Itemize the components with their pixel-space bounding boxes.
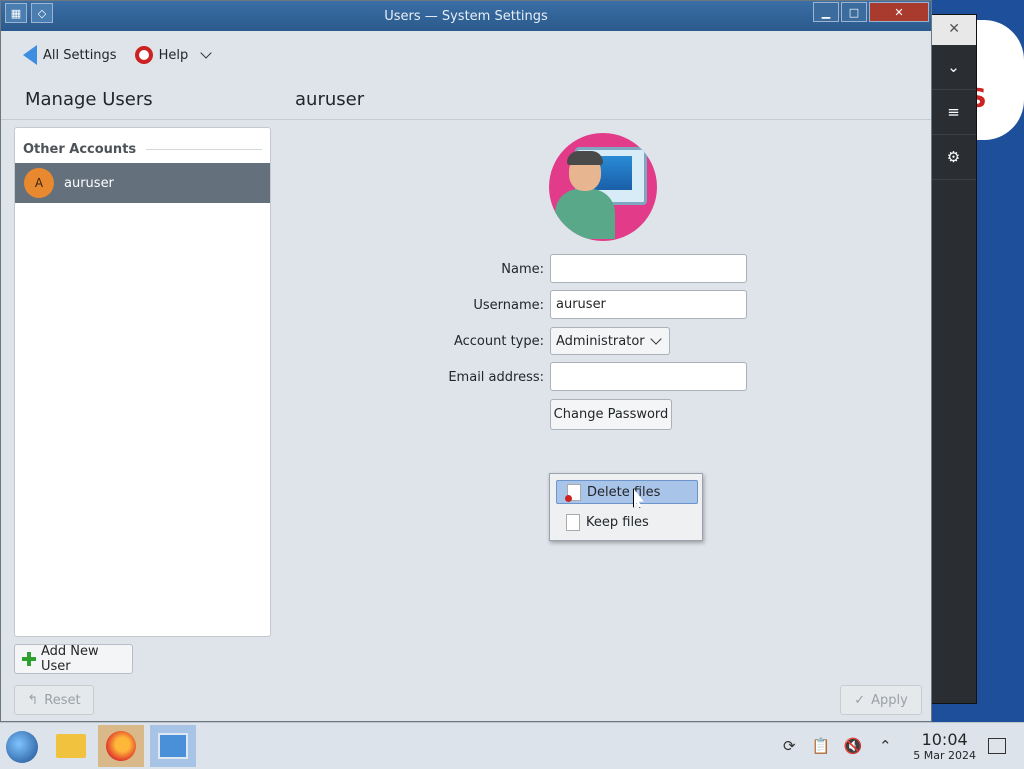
all-settings-label: All Settings: [43, 47, 117, 63]
background-window: ✕ ⌄ ≡ ⚙: [930, 14, 977, 704]
close-icon[interactable]: ✕: [948, 21, 960, 37]
file-icon: [566, 513, 580, 531]
selected-user-title: auruser: [295, 89, 365, 110]
chevron-up-icon[interactable]: ⌃: [874, 735, 896, 757]
taskbar: ⟳ 📋 🔇 ⌃ 10:04 5 Mar 2024: [0, 722, 1024, 769]
account-type-label: Account type:: [453, 334, 544, 349]
clock[interactable]: 10:04 5 Mar 2024: [913, 730, 976, 762]
user-avatar-image[interactable]: [549, 133, 657, 241]
gear-icon[interactable]: ⚙: [931, 135, 976, 180]
titlebar[interactable]: ▦ ◇ Users — System Settings ▁ □ ✕: [1, 1, 931, 31]
firefox-icon: [106, 731, 136, 761]
help-button[interactable]: Help: [134, 46, 215, 64]
help-icon: [134, 46, 153, 64]
username-field[interactable]: auruser: [550, 290, 747, 319]
name-label: Name:: [501, 262, 544, 277]
reset-button[interactable]: ↰ Reset: [14, 685, 94, 715]
folder-icon: [56, 734, 86, 758]
page-header: Manage Users auruser: [1, 81, 931, 120]
change-password-button[interactable]: Change Password: [550, 399, 672, 430]
file-manager-task[interactable]: [48, 725, 94, 767]
show-desktop-icon[interactable]: [988, 738, 1006, 754]
system-settings-window: ▦ ◇ Users — System Settings ▁ □ ✕ All Se…: [0, 0, 932, 722]
checkmark-icon: ✓: [854, 692, 866, 708]
app-menu-icon[interactable]: ▦: [5, 3, 27, 23]
menu-icon[interactable]: ≡: [931, 90, 976, 135]
email-label: Email address:: [448, 370, 544, 385]
menu-item-delete-files[interactable]: Delete files: [556, 480, 698, 504]
username-label: Username:: [473, 298, 544, 313]
account-type-select[interactable]: Administrator: [550, 327, 670, 355]
help-label: Help: [158, 47, 189, 63]
maximize-button[interactable]: □: [841, 2, 867, 22]
apply-button[interactable]: ✓ Apply: [840, 685, 922, 715]
add-user-button[interactable]: Add New User: [14, 644, 133, 674]
user-name: auruser: [64, 175, 114, 191]
chevron-down-icon[interactable]: ⌄: [931, 45, 976, 90]
pin-icon[interactable]: ◇: [31, 3, 53, 23]
page-title: Manage Users: [25, 89, 153, 110]
delete-user-menu: Delete files Keep files: [549, 473, 703, 541]
back-arrow-icon: [23, 45, 37, 65]
email-field[interactable]: [550, 362, 747, 391]
firefox-task[interactable]: [98, 725, 144, 767]
system-tray: ⟳ 📋 🔇 ⌃ 10:04 5 Mar 2024: [773, 723, 1024, 769]
all-settings-button[interactable]: All Settings: [23, 45, 117, 65]
window-title: Users — System Settings: [384, 8, 548, 24]
update-icon[interactable]: ⟳: [778, 735, 800, 757]
accounts-list: Other Accounts A auruser: [14, 127, 271, 637]
menu-item-keep-files[interactable]: Keep files: [556, 510, 698, 534]
close-button[interactable]: ✕: [869, 2, 929, 22]
system-settings-task[interactable]: [150, 725, 196, 767]
avatar: A: [24, 168, 54, 198]
name-field[interactable]: [550, 254, 747, 283]
toolbar: All Settings Help: [1, 31, 931, 79]
system-settings-icon: [158, 733, 188, 759]
plus-icon: [22, 652, 36, 666]
start-menu-icon[interactable]: [6, 731, 38, 763]
delete-file-icon: [565, 483, 581, 502]
section-header: Other Accounts: [15, 128, 270, 163]
reset-icon: ↰: [27, 692, 39, 708]
list-item-user[interactable]: A auruser: [15, 163, 270, 203]
chevron-down-icon: [650, 333, 662, 345]
volume-muted-icon[interactable]: 🔇: [842, 735, 864, 757]
chevron-down-icon: [200, 47, 212, 59]
clipboard-icon[interactable]: 📋: [810, 735, 832, 757]
minimize-button[interactable]: ▁: [813, 2, 839, 22]
